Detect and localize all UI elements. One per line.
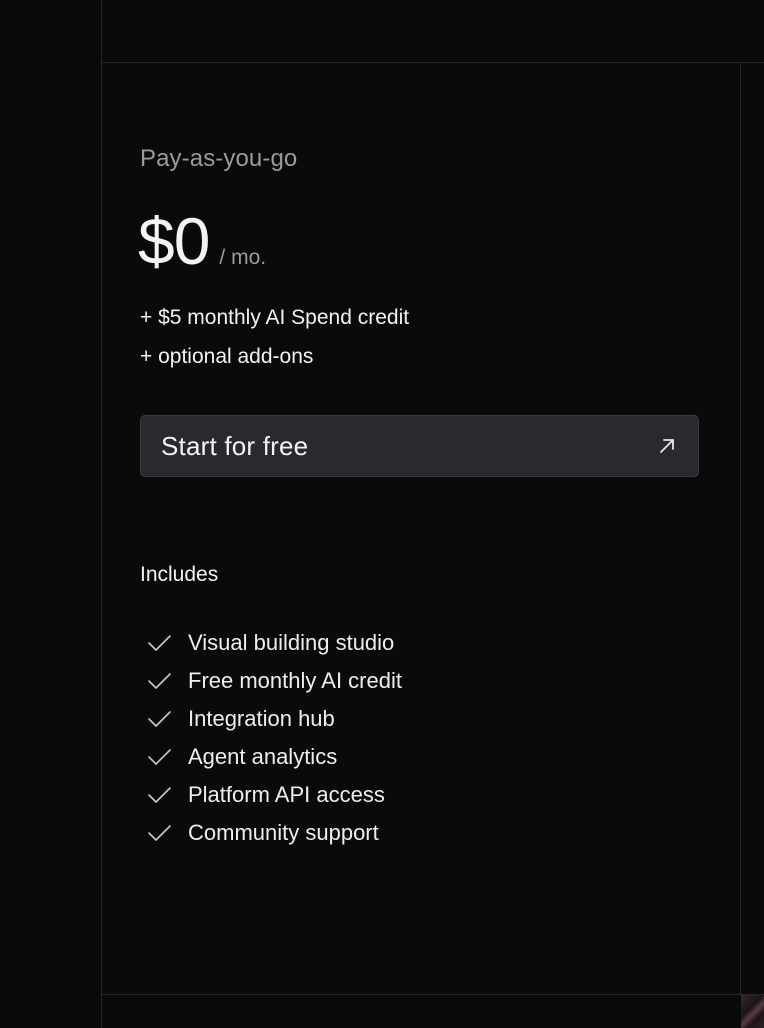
check-icon (144, 818, 174, 848)
feature-label: Agent analytics (188, 744, 338, 769)
partial-image (741, 995, 764, 1028)
check-icon (144, 704, 174, 734)
plan-extra-addons: + optional add-ons (140, 345, 314, 368)
check-icon (144, 742, 174, 772)
start-for-free-label: Start for free (161, 430, 309, 461)
list-item: Community support (144, 806, 402, 860)
plan-extra-credit: + $5 monthly AI Spend credit (140, 306, 410, 329)
plan-price: $0 (138, 204, 210, 278)
arrow-up-right-icon (656, 435, 678, 457)
check-icon (144, 666, 174, 696)
feature-list: Visual building studio Free monthly AI c… (144, 616, 402, 860)
price-row: $0 / mo. (138, 203, 266, 279)
start-for-free-button[interactable]: Start for free (140, 415, 699, 477)
pricing-card: Pay-as-you-go $0 / mo. + $5 monthly AI S… (102, 63, 740, 994)
feature-label: Visual building studio (188, 630, 395, 655)
price-period: / mo. (219, 246, 267, 269)
bottom-divider (102, 994, 764, 995)
feature-label: Community support (188, 820, 379, 845)
includes-title: Includes (140, 563, 219, 586)
plan-name: Pay-as-you-go (140, 145, 298, 172)
check-icon (144, 780, 174, 810)
check-icon (144, 628, 174, 658)
feature-label: Integration hub (188, 706, 335, 731)
right-divider (740, 63, 741, 994)
feature-label: Free monthly AI credit (188, 668, 402, 693)
feature-label: Platform API access (188, 782, 385, 807)
